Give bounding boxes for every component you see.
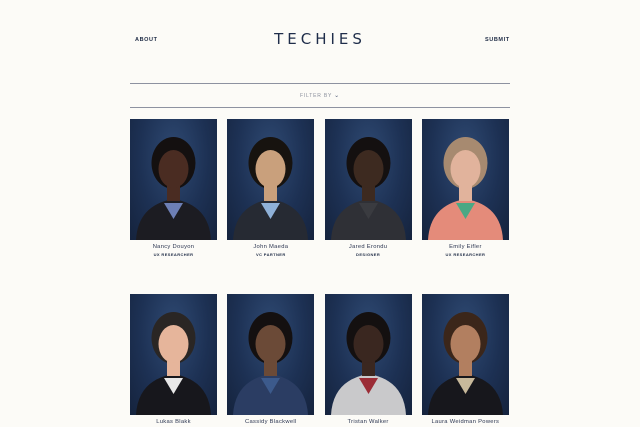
person-card-john-maeda[interactable]: John Maeda VC PARTNER — [227, 119, 315, 257]
person-card-cassidy-blackwell[interactable]: Cassidy Blackwell — [227, 294, 315, 427]
chevron-down-icon: ⌄ — [334, 93, 340, 99]
portrait-photo — [324, 294, 412, 415]
portrait-photo — [421, 294, 509, 415]
person-role: UX RESEARCHER — [153, 252, 194, 257]
portrait-photo — [421, 119, 509, 240]
portrait-photo — [130, 294, 217, 415]
filter-divider-bottom — [130, 107, 510, 108]
person-name: Emily Eifler — [449, 244, 482, 250]
filter-divider-top — [130, 83, 510, 84]
person-role: UX RESEARCHER — [445, 252, 486, 257]
person-card-jared-erondu[interactable]: Jared Erondu DESIGNER — [324, 119, 412, 257]
person-card-lukas-blakk[interactable]: Lukas Blakk — [130, 294, 217, 427]
filter-dropdown[interactable]: FILTER BY ⌄ — [0, 92, 640, 99]
person-name: John Maeda — [253, 244, 289, 250]
person-name: Tristan Walker — [347, 419, 389, 425]
person-card-laura-weidman-powers[interactable]: Laura Weidman Powers — [421, 294, 509, 427]
person-role: DESIGNER — [356, 252, 381, 257]
submit-link[interactable]: SUBMIT — [485, 37, 510, 43]
person-name: Laura Weidman Powers — [431, 419, 500, 425]
site-logo[interactable]: TECHIES — [0, 30, 640, 48]
portrait-photo — [324, 119, 412, 240]
portrait-photo — [130, 119, 217, 240]
person-name: Lukas Blakk — [156, 419, 191, 425]
person-role: VC PARTNER — [255, 252, 286, 257]
person-name: Cassidy Blackwell — [245, 419, 297, 425]
portrait-photo — [227, 294, 315, 415]
person-card-emily-eifler[interactable]: Emily Eifler UX RESEARCHER — [421, 119, 509, 257]
person-card-tristan-walker[interactable]: Tristan Walker — [324, 294, 412, 427]
filter-label: FILTER BY — [300, 93, 333, 99]
person-name: Nancy Douyon — [152, 244, 195, 250]
person-name: Jared Erondu — [348, 244, 388, 250]
person-card-nancy-douyon[interactable]: Nancy Douyon UX RESEARCHER — [130, 119, 217, 257]
people-grid: Nancy Douyon UX RESEARCHER John Maeda VC… — [130, 119, 509, 427]
portrait-photo — [227, 119, 315, 240]
